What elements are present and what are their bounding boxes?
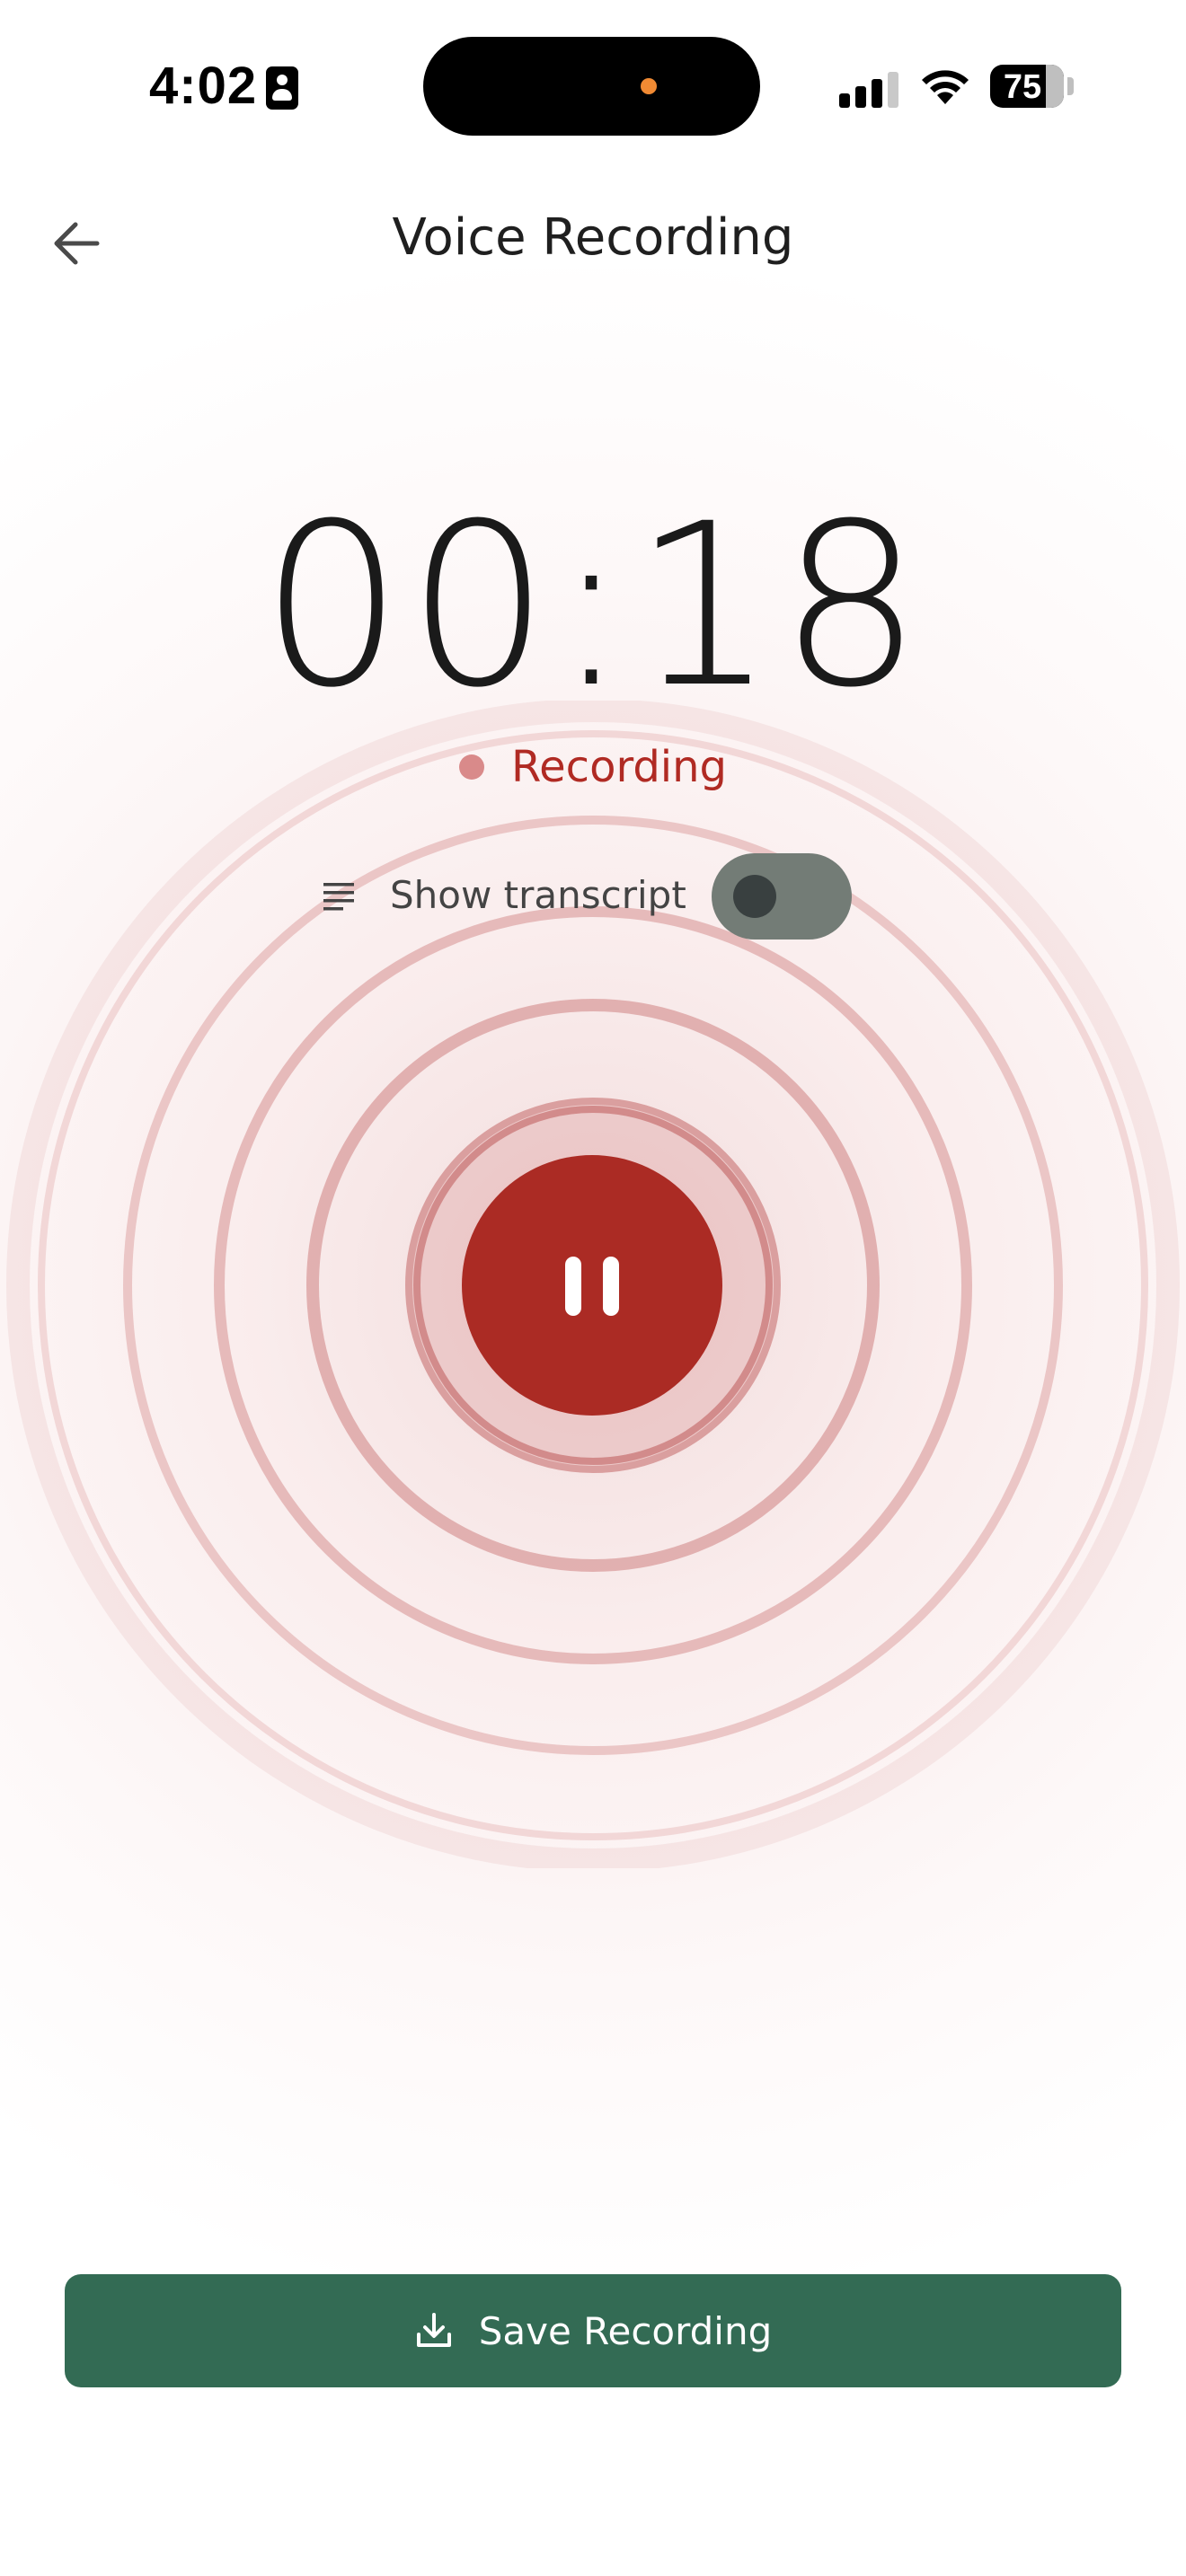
page-title: Voice Recording [392, 208, 794, 267]
wifi-icon [922, 70, 969, 104]
cellular-signal-icon [839, 68, 898, 108]
contact-card-icon [266, 66, 298, 110]
show-transcript-toggle[interactable] [712, 853, 852, 940]
lines-icon [323, 883, 354, 911]
recording-label: Recording [510, 742, 728, 792]
battery-percent: 75 [1003, 68, 1042, 106]
status-time: 4:02 [149, 57, 258, 115]
battery-icon: 75 [990, 65, 1064, 108]
camera-in-use-indicator [641, 78, 657, 94]
status-bar: 4:02 75 [0, 0, 1186, 171]
recording-dot-icon [458, 754, 484, 780]
transcript-label: Show transcript [390, 873, 686, 917]
recording-status: Recording [0, 740, 1186, 794]
toggle-knob [733, 875, 776, 918]
pause-button[interactable] [462, 1155, 722, 1416]
download-icon [416, 2313, 451, 2347]
battery-cap [1067, 77, 1074, 95]
pause-icon-bar [603, 1257, 619, 1316]
save-recording-button[interactable]: Save Recording [65, 2274, 1121, 2387]
dynamic-island [423, 37, 760, 136]
pause-icon [565, 1257, 581, 1316]
save-recording-label: Save Recording [478, 2308, 773, 2353]
elapsed-timer: 00:18 [260, 475, 926, 737]
transcript-toggle-row: Show transcript [323, 853, 863, 943]
